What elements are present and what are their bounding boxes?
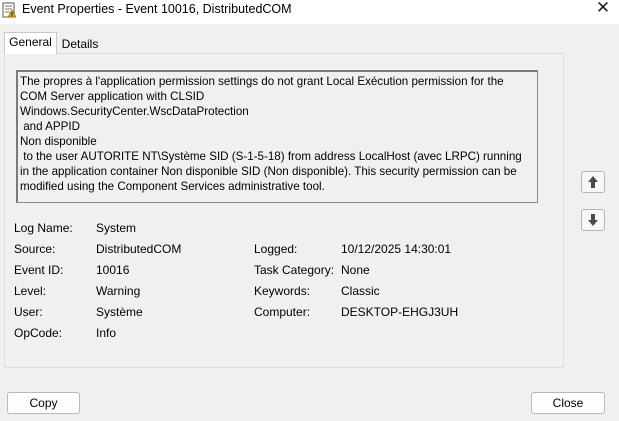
- computer-label: Computer:: [254, 305, 311, 319]
- level-label: Level:: [14, 284, 47, 298]
- logged-value: 10/12/2025 14:30:01: [341, 242, 452, 256]
- source-label: Source:: [14, 242, 56, 256]
- event-description[interactable]: The propres à l'application permission s…: [16, 70, 538, 203]
- computer-value: DESKTOP-EHGJ3UH: [341, 305, 459, 319]
- close-window-button[interactable]: ✕: [589, 0, 617, 18]
- task-category-label: Task Category:: [254, 263, 335, 277]
- arrow-up-icon: [588, 176, 598, 188]
- next-event-button[interactable]: [581, 209, 605, 231]
- opcode-value: Info: [96, 326, 117, 340]
- keywords-value: Classic: [341, 284, 380, 298]
- source-value: DistributedCOM: [96, 242, 182, 256]
- task-category-value: None: [341, 263, 370, 277]
- close-icon: ✕: [595, 0, 611, 17]
- user-value: Système: [96, 305, 143, 319]
- event-id-value: 10016: [96, 263, 130, 277]
- event-id-label: Event ID:: [14, 263, 64, 277]
- level-value: Warning: [96, 284, 141, 298]
- title-bar: Event Properties - Event 10016, Distribu…: [0, 0, 619, 24]
- event-log-icon: [2, 2, 17, 18]
- log-name-label: Log Name:: [14, 221, 73, 235]
- logged-label: Logged:: [254, 242, 298, 256]
- user-label: User:: [14, 305, 43, 319]
- previous-event-button[interactable]: [581, 171, 605, 193]
- tab-general[interactable]: General: [4, 32, 57, 54]
- close-button[interactable]: Close: [531, 392, 605, 414]
- window-title: Event Properties - Event 10016, Distribu…: [22, 2, 292, 16]
- arrow-down-icon: [588, 214, 598, 226]
- copy-button[interactable]: Copy: [7, 392, 80, 414]
- opcode-label: OpCode:: [14, 326, 63, 340]
- log-name-value: System: [96, 221, 137, 235]
- keywords-label: Keywords:: [254, 284, 311, 298]
